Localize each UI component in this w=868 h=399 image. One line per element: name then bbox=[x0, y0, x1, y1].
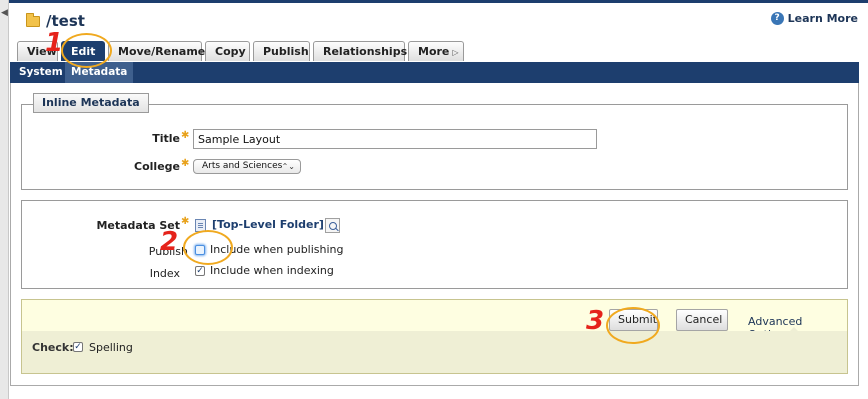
college-select[interactable]: Arts and Sciences ⌃⌄ bbox=[193, 159, 301, 174]
collapse-arrow-icon[interactable]: ◀ bbox=[1, 8, 8, 18]
check-label: Check: bbox=[32, 341, 74, 354]
index-label: Index bbox=[149, 267, 180, 280]
tab-move-rename[interactable]: Move/Rename bbox=[108, 41, 205, 61]
spelling-label: Spelling bbox=[89, 341, 133, 354]
callout-ring-3 bbox=[606, 307, 660, 344]
inline-metadata-fieldset: Inline Metadata Title ✱ College ✱ Arts a… bbox=[21, 93, 848, 190]
callout-ring-1 bbox=[61, 33, 112, 68]
callout-number-2: 2 bbox=[160, 227, 179, 257]
index-option-label: Include when indexing bbox=[210, 264, 334, 277]
spelling-checkbox[interactable]: ✓ bbox=[73, 342, 83, 352]
action-bar: Submit Cancel Advanced Options Check: ✓ … bbox=[21, 299, 848, 374]
inline-metadata-legend: Inline Metadata bbox=[33, 93, 149, 113]
title-label: Title bbox=[152, 132, 180, 145]
select-arrows-icon: ⌃⌄ bbox=[281, 162, 295, 171]
advanced-options-caret-icon bbox=[788, 327, 800, 333]
learn-more-label: Learn More bbox=[787, 12, 858, 25]
left-panel-collapse-bar[interactable]: ◀ bbox=[0, 0, 9, 399]
help-icon: ? bbox=[770, 12, 784, 25]
tab-more[interactable]: More ▷ bbox=[408, 41, 464, 61]
edit-form: Inline Metadata Title ✱ College ✱ Arts a… bbox=[10, 83, 859, 386]
browse-icon[interactable] bbox=[325, 218, 340, 233]
cancel-button[interactable]: Cancel bbox=[676, 309, 728, 331]
required-star-icon: ✱ bbox=[181, 130, 190, 141]
tab-copy[interactable]: Copy bbox=[205, 41, 250, 61]
college-label: College bbox=[134, 160, 180, 173]
required-star-icon: ✱ bbox=[181, 216, 190, 227]
required-star-icon: ✱ bbox=[181, 158, 190, 169]
folder-icon bbox=[26, 12, 40, 27]
callout-ring-2 bbox=[183, 230, 233, 265]
index-checkbox[interactable]: ✓ bbox=[195, 266, 205, 276]
spell-check-row: Check: ✓ Spelling bbox=[22, 331, 847, 373]
metadata-set-link[interactable]: [Top-Level Folder] bbox=[212, 218, 324, 231]
subtab-system[interactable]: System bbox=[13, 62, 69, 83]
callout-number-1: 1 bbox=[45, 28, 64, 58]
publish-label: Publish bbox=[148, 245, 188, 258]
chevron-right-icon: ▷ bbox=[452, 48, 459, 57]
callout-number-3: 3 bbox=[586, 306, 605, 336]
top-border bbox=[9, 0, 868, 3]
tab-relationships[interactable]: Relationships bbox=[313, 41, 407, 61]
tab-publish[interactable]: Publish bbox=[253, 41, 310, 61]
learn-more-link[interactable]: ? Learn More bbox=[770, 12, 858, 25]
metadata-set-fieldset: Metadata Set ✱ [Top-Level Folder] Publis… bbox=[21, 200, 848, 289]
subtab-bar: System Metadata bbox=[10, 62, 859, 83]
title-input[interactable] bbox=[193, 129, 597, 149]
